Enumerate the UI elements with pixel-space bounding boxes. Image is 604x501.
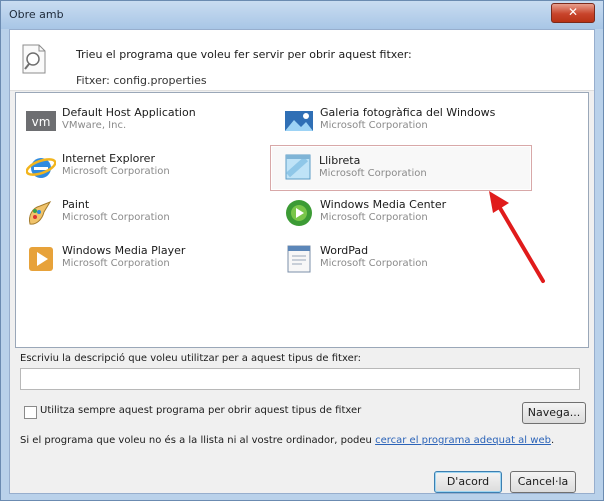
header-panel: Trieu el programa que voleu fer servir p…	[10, 30, 594, 91]
open-with-dialog: Obre amb ✕ Trieu el programa que voleu f…	[0, 0, 604, 501]
program-publisher: Microsoft Corporation	[62, 166, 170, 177]
program-name: Galeria fotogràfica del Windows	[320, 106, 496, 119]
window-title: Obre amb	[9, 8, 64, 21]
program-item-internet-explorer[interactable]: Internet Explorer Microsoft Corporation	[22, 149, 272, 189]
program-item-photo-gallery[interactable]: Galeria fotogràfica del Windows Microsof…	[280, 103, 530, 143]
description-label: Escriviu la descripció que voleu utilitz…	[20, 353, 362, 364]
program-publisher: Microsoft Corporation	[320, 120, 428, 131]
always-use-checkbox[interactable]	[24, 406, 37, 419]
program-publisher: VMware, Inc.	[62, 120, 127, 131]
program-name: Default Host Application	[62, 106, 196, 119]
search-web-link[interactable]: cercar el programa adequat al web	[375, 435, 551, 446]
hint-text: Si el programa que voleu no és a la llis…	[20, 435, 376, 446]
media-center-icon	[286, 200, 312, 226]
program-item-default-host[interactable]: vm Default Host Application VMware, Inc.	[22, 103, 272, 143]
internet-explorer-icon	[26, 158, 56, 178]
annotation-arrow-icon	[489, 191, 545, 283]
program-name: Paint	[62, 198, 90, 211]
program-publisher: Microsoft Corporation	[319, 168, 427, 179]
svg-text:vm: vm	[32, 115, 51, 129]
program-name: Llibreta	[319, 154, 361, 167]
program-name: Windows Media Player	[62, 244, 186, 257]
program-item-paint[interactable]: Paint Microsoft Corporation	[22, 195, 272, 235]
program-name: Internet Explorer	[62, 152, 155, 165]
hint-suffix: .	[550, 435, 555, 446]
browse-button[interactable]: Navega...	[522, 402, 586, 424]
program-name: Windows Media Center	[320, 198, 447, 211]
file-name-label: Fitxer: config.properties	[76, 74, 207, 87]
paint-icon	[29, 200, 52, 225]
instruction-text: Trieu el programa que voleu fer servir p…	[76, 48, 412, 61]
program-publisher: Microsoft Corporation	[320, 212, 428, 223]
program-publisher: Microsoft Corporation	[62, 258, 170, 269]
notepad-icon	[285, 154, 311, 180]
photo-gallery-icon	[285, 111, 313, 131]
always-use-label: Utilitza sempre aquest programa per obri…	[40, 405, 362, 416]
ok-button[interactable]: D'acord	[434, 471, 502, 493]
title-bar: Obre amb ✕	[1, 1, 603, 29]
description-field[interactable]	[20, 368, 580, 390]
vmware-icon: vm	[26, 111, 56, 131]
program-name: WordPad	[320, 244, 369, 257]
close-button[interactable]: ✕	[551, 3, 595, 23]
program-item-media-player[interactable]: Windows Media Player Microsoft Corporati…	[22, 241, 272, 281]
web-search-hint: Si el programa que voleu no és a la llis…	[20, 435, 554, 446]
program-publisher: Microsoft Corporation	[320, 258, 428, 269]
cancel-button[interactable]: Cancel·la	[510, 471, 576, 493]
media-player-icon	[29, 247, 53, 271]
file-search-icon	[22, 44, 46, 74]
program-publisher: Microsoft Corporation	[62, 212, 170, 223]
wordpad-icon	[287, 245, 311, 273]
program-item-notepad[interactable]: Llibreta Microsoft Corporation	[270, 145, 532, 191]
